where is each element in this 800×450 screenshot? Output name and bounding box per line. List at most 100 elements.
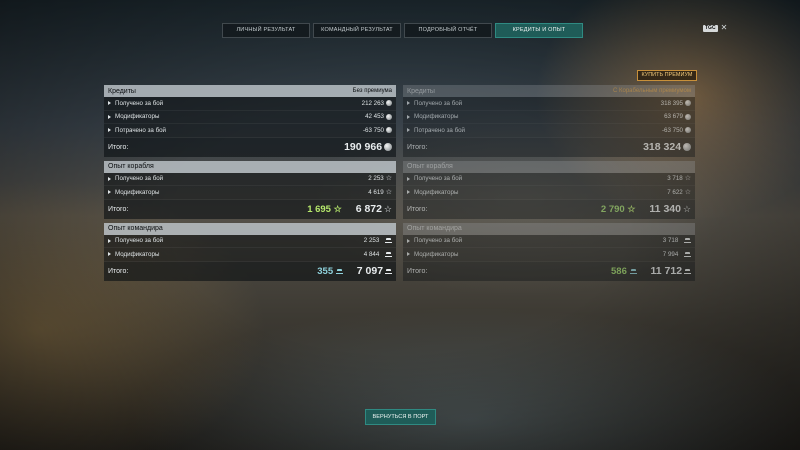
total-value: 11 712 <box>650 265 683 277</box>
tab-credits-and-xp[interactable]: КРЕДИТЫ И ОПЫТ <box>495 23 583 38</box>
commander-cap-icon <box>385 268 392 274</box>
row-label: Получено за бой <box>115 237 164 245</box>
free-xp-value: 586 <box>611 265 627 277</box>
row-value: 212 263 <box>361 99 384 107</box>
panel-with-premium: Кредиты С Корабельным премиумом Получено… <box>403 85 695 281</box>
row-label: Получено за бой <box>414 99 463 107</box>
expand-arrow-icon <box>407 114 410 119</box>
free-commander-xp-total: 586 <box>611 266 637 277</box>
total-value: 190 966 <box>344 141 383 153</box>
expand-arrow-icon <box>108 101 111 106</box>
list-item[interactable]: Модификаторы 63 679 <box>403 110 695 124</box>
expand-arrow-icon <box>108 128 111 133</box>
close-icon[interactable]: ✕ <box>721 24 728 32</box>
free-xp-value: 1 695 <box>307 203 331 215</box>
expand-arrow-icon <box>407 252 410 257</box>
row-value: 42 453 <box>365 113 384 121</box>
list-item[interactable]: Получено за бой 212 263 <box>104 97 396 111</box>
total-row: Итого: 2 790 ☆ 11 340 ☆ <box>403 199 695 219</box>
row-label: Получено за бой <box>414 175 463 183</box>
row-label: Модификаторы <box>115 188 160 196</box>
total-row: Итого: 190 966 <box>104 137 396 157</box>
total-row: Итого: 318 324 <box>403 137 695 157</box>
tab-personal-result[interactable]: ЛИЧНЫЙ РЕЗУЛЬТАТ <box>222 23 310 38</box>
total-label: Итого: <box>407 205 428 213</box>
section-header-ship-xp: Опыт корабля <box>403 160 695 173</box>
star-icon: ☆ <box>385 188 392 196</box>
list-item[interactable]: Модификаторы 7 622 ☆ <box>403 186 695 200</box>
row-value: 318 395 <box>660 99 683 107</box>
section-title: Кредиты <box>407 87 435 95</box>
row-label: Получено за бой <box>115 99 164 107</box>
commander-cap-icon <box>684 251 691 257</box>
row-label: Модификаторы <box>414 250 459 258</box>
list-item[interactable]: Потрачено за бой -63 750 <box>403 124 695 138</box>
expand-arrow-icon <box>108 190 111 195</box>
window-controls: TGC ✕ <box>703 24 727 32</box>
expand-arrow-icon <box>407 128 410 133</box>
list-item[interactable]: Получено за бой 318 395 <box>403 97 695 111</box>
total-value: 7 097 <box>356 265 384 277</box>
panel-without-premium: Кредиты Без премиума Получено за бой 212… <box>104 85 396 281</box>
total-label: Итого: <box>407 267 428 275</box>
free-xp-value: 2 790 <box>600 203 625 215</box>
row-value: 3 718 <box>667 175 683 183</box>
row-label: Модификаторы <box>115 113 160 121</box>
tab-detailed-report[interactable]: ПОДРОБНЫЙ ОТЧЁТ <box>404 23 492 38</box>
commander-cap-icon <box>335 268 343 274</box>
expand-arrow-icon <box>407 101 410 106</box>
row-label: Получено за бой <box>414 237 463 245</box>
row-value: 2 253 <box>368 175 384 183</box>
row-label: Получено за бой <box>115 175 164 183</box>
coin-icon <box>386 113 392 120</box>
list-item[interactable]: Получено за бой 3 718 ☆ <box>403 172 695 186</box>
list-item[interactable]: Получено за бой 2 253 ☆ <box>104 172 396 186</box>
row-value: 2 253 <box>363 237 380 245</box>
coin-icon <box>685 113 691 120</box>
total-label: Итого: <box>108 143 129 151</box>
commander-cap-icon <box>385 251 392 257</box>
free-xp-total: 1 695 ☆ <box>307 204 342 215</box>
coin-icon <box>384 143 392 151</box>
star-icon: ☆ <box>385 175 392 183</box>
total-row: Итого: 586 11 712 <box>403 261 695 281</box>
list-item[interactable]: Получено за бой 2 253 <box>104 234 396 248</box>
list-item[interactable]: Получено за бой 3 718 <box>403 234 695 248</box>
buy-premium-button[interactable]: КУПИТЬ ПРЕМИУМ <box>637 70 697 81</box>
row-value: -63 750 <box>363 126 384 134</box>
coin-icon <box>683 143 691 151</box>
list-item[interactable]: Модификаторы 4 619 ☆ <box>104 186 396 200</box>
coin-icon <box>386 127 392 134</box>
star-icon: ☆ <box>684 175 691 183</box>
section-header-credits: Кредиты Без премиума <box>104 85 396 97</box>
free-commander-xp-total: 355 <box>317 266 343 277</box>
list-item[interactable]: Потрачено за бой -63 750 <box>104 124 396 138</box>
expand-arrow-icon <box>108 176 111 181</box>
coin-icon <box>386 100 392 107</box>
expand-arrow-icon <box>108 238 111 243</box>
section-subtitle: С Корабельным премиумом <box>613 88 691 94</box>
row-label: Потрачено за бой <box>115 126 167 134</box>
row-value: 63 679 <box>664 113 683 121</box>
return-to-port-button[interactable]: ВЕРНУТЬСЯ В ПОРТ <box>365 409 436 425</box>
expand-arrow-icon <box>108 114 111 119</box>
section-subtitle: Без премиума <box>352 88 392 94</box>
commander-cap-icon <box>629 268 637 274</box>
section-title: Кредиты <box>108 87 136 95</box>
star-icon: ☆ <box>684 188 691 196</box>
tab-team-result[interactable]: КОМАНДНЫЙ РЕЗУЛЬТАТ <box>313 23 401 38</box>
coin-icon <box>685 100 691 107</box>
section-header-commander-xp: Опыт командира <box>104 222 396 235</box>
list-item[interactable]: Модификаторы 4 844 <box>104 248 396 262</box>
commander-cap-icon <box>684 268 691 274</box>
row-label: Модификаторы <box>414 113 459 121</box>
total-value: 318 324 <box>643 141 682 153</box>
commander-cap-icon <box>684 238 691 244</box>
list-item[interactable]: Модификаторы 7 994 <box>403 248 695 262</box>
row-label: Модификаторы <box>414 188 459 196</box>
list-item[interactable]: Модификаторы 42 453 <box>104 110 396 124</box>
tgc-badge: TGC <box>703 24 718 32</box>
expand-arrow-icon <box>407 176 410 181</box>
expand-arrow-icon <box>108 252 111 257</box>
star-icon: ☆ <box>682 203 691 214</box>
